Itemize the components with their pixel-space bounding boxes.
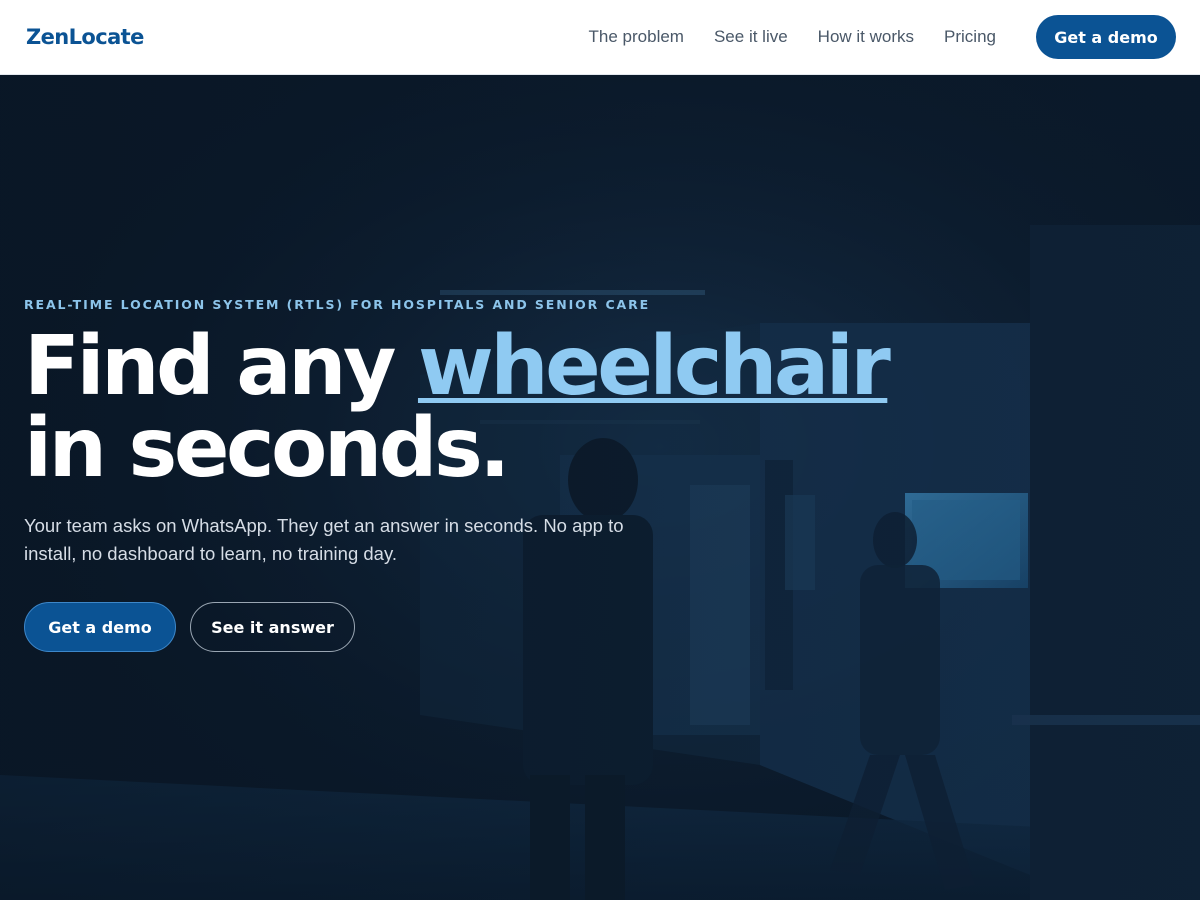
see-it-answer-button[interactable]: See it answer — [190, 602, 355, 652]
hero-subcopy: Your team asks on WhatsApp. They get an … — [24, 515, 624, 564]
nav-link-how-it-works[interactable]: How it works — [818, 27, 914, 47]
headline-accent-word: wheelchair — [417, 319, 891, 414]
hero-get-demo-button[interactable]: Get a demo — [24, 602, 176, 652]
headline-part-1: Find any — [24, 319, 418, 414]
logo[interactable]: ZenLocate — [26, 25, 144, 49]
hero-section: REAL-TIME LOCATION SYSTEM (RTLS) FOR HOS… — [0, 75, 1200, 900]
site-header: ZenLocate The problem See it live How it… — [0, 0, 1200, 75]
hero-eyebrow: REAL-TIME LOCATION SYSTEM (RTLS) FOR HOS… — [24, 297, 651, 312]
hero-headline: Find any wheelchair in seconds. — [24, 326, 924, 490]
main-nav: The problem See it live How it works Pri… — [559, 15, 1176, 59]
nav-link-the-problem[interactable]: The problem — [589, 27, 684, 47]
nav-link-pricing[interactable]: Pricing — [944, 27, 996, 47]
headline-part-2: in seconds. — [24, 401, 510, 496]
nav-link-see-it-live[interactable]: See it live — [714, 27, 788, 47]
header-get-demo-button[interactable]: Get a demo — [1036, 15, 1176, 59]
hero-content: REAL-TIME LOCATION SYSTEM (RTLS) FOR HOS… — [24, 297, 924, 652]
hero-button-row: Get a demo See it answer — [24, 602, 924, 652]
